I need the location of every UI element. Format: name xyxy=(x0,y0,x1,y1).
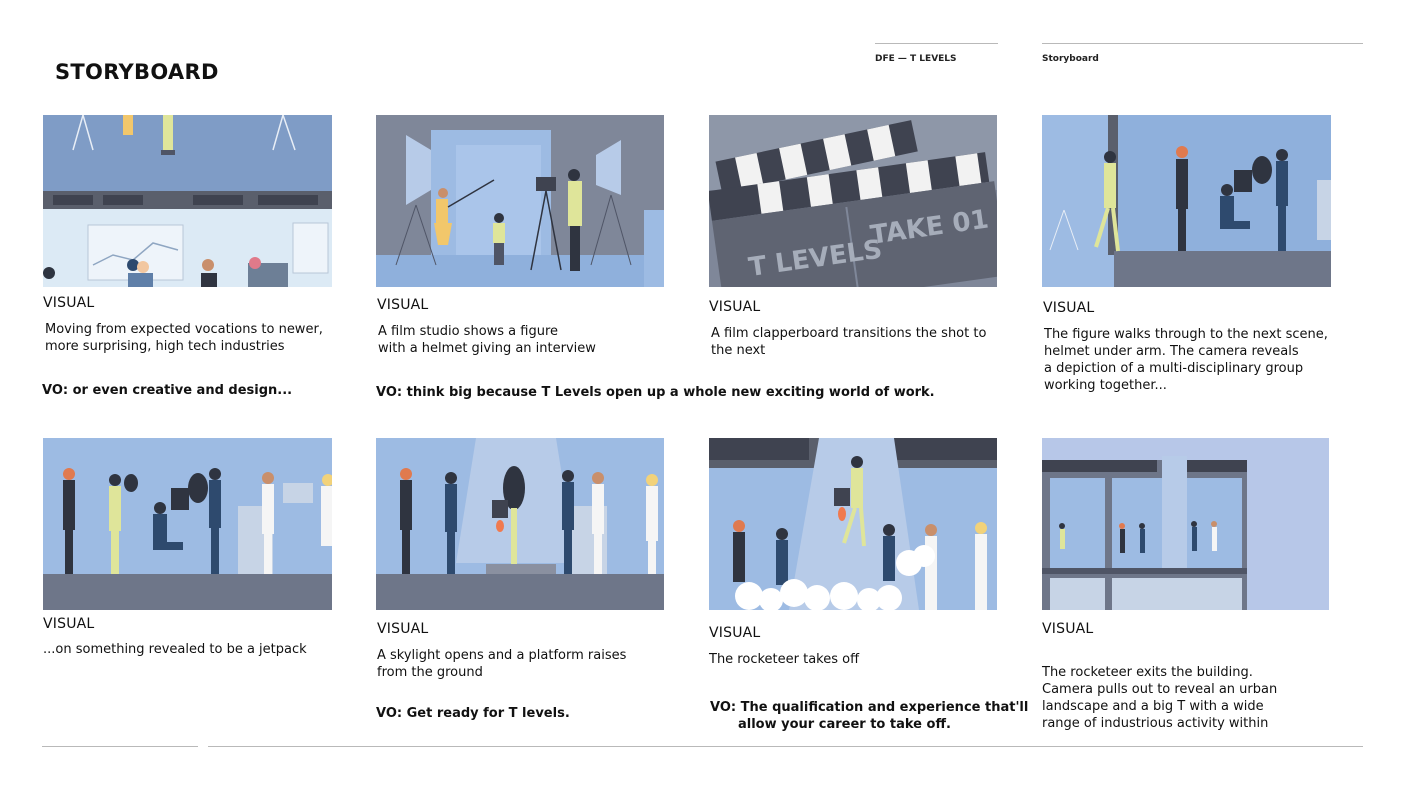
voiceover-4-line-1: VO: The qualification and experience tha… xyxy=(710,700,1029,715)
storyboard-frame-4 xyxy=(1042,115,1331,287)
frame-5-description: ...on something revealed to be a jetpack xyxy=(43,642,307,657)
frame-6-visual-label: VISUAL xyxy=(377,621,429,637)
footer-rule-left xyxy=(42,746,198,747)
voiceover-1: VO: or even creative and design... xyxy=(42,383,293,398)
header-project-label: DFE — T LEVELS xyxy=(875,54,957,64)
storyboard-frame-6 xyxy=(376,438,664,610)
frame-7-illustration xyxy=(709,438,997,610)
frame-2-description: A film studio shows a figure with a helm… xyxy=(378,324,596,356)
frame-4-illustration xyxy=(1042,115,1331,287)
frame-6-description: A skylight opens and a platform raises f… xyxy=(377,648,627,680)
frame-2-visual-label: VISUAL xyxy=(377,297,429,313)
frame-8-visual-label: VISUAL xyxy=(1042,621,1094,637)
frame-4-visual-label: VISUAL xyxy=(1043,300,1095,316)
storyboard-frame-1 xyxy=(43,115,332,287)
frame-5-illustration xyxy=(43,438,332,610)
voiceover-3: VO: Get ready for T levels. xyxy=(376,706,570,721)
frame-6-illustration xyxy=(376,438,664,610)
frame-8-description: The rocketeer exits the building. Camera… xyxy=(1042,665,1278,731)
header-rule-left xyxy=(875,43,998,44)
frame-4-description: The figure walks through to the next sce… xyxy=(1044,327,1328,393)
voiceover-2: VO: think big because T Levels open up a… xyxy=(376,385,935,400)
frame-7-visual-label: VISUAL xyxy=(709,625,761,641)
storyboard-frame-7 xyxy=(709,438,997,610)
frame-1-illustration xyxy=(43,115,332,287)
storyboard-frame-8 xyxy=(1042,438,1329,610)
header-rule-right xyxy=(1042,43,1363,44)
frame-1-description: Moving from expected vocations to newer,… xyxy=(45,322,323,354)
frame-1-visual-label: VISUAL xyxy=(43,295,95,311)
page-title: STORYBOARD xyxy=(55,60,219,84)
voiceover-4-line-2: allow your career to take off. xyxy=(738,717,951,732)
frame-3-visual-label: VISUAL xyxy=(709,299,761,315)
footer-rule-right xyxy=(208,746,1363,747)
frame-8-illustration xyxy=(1042,438,1329,610)
storyboard-frame-2 xyxy=(376,115,664,287)
frame-7-description: The rocketeer takes off xyxy=(709,652,860,667)
frame-2-illustration xyxy=(376,115,664,287)
storyboard-frame-3: T LEVELS TAKE 01 xyxy=(709,115,997,287)
frame-3-description: A film clapperboard transitions the shot… xyxy=(711,326,987,358)
frame-5-visual-label: VISUAL xyxy=(43,616,95,632)
header-section-label: Storyboard xyxy=(1042,54,1099,64)
frame-3-illustration: T LEVELS TAKE 01 xyxy=(709,115,997,287)
storyboard-frame-5 xyxy=(43,438,332,610)
